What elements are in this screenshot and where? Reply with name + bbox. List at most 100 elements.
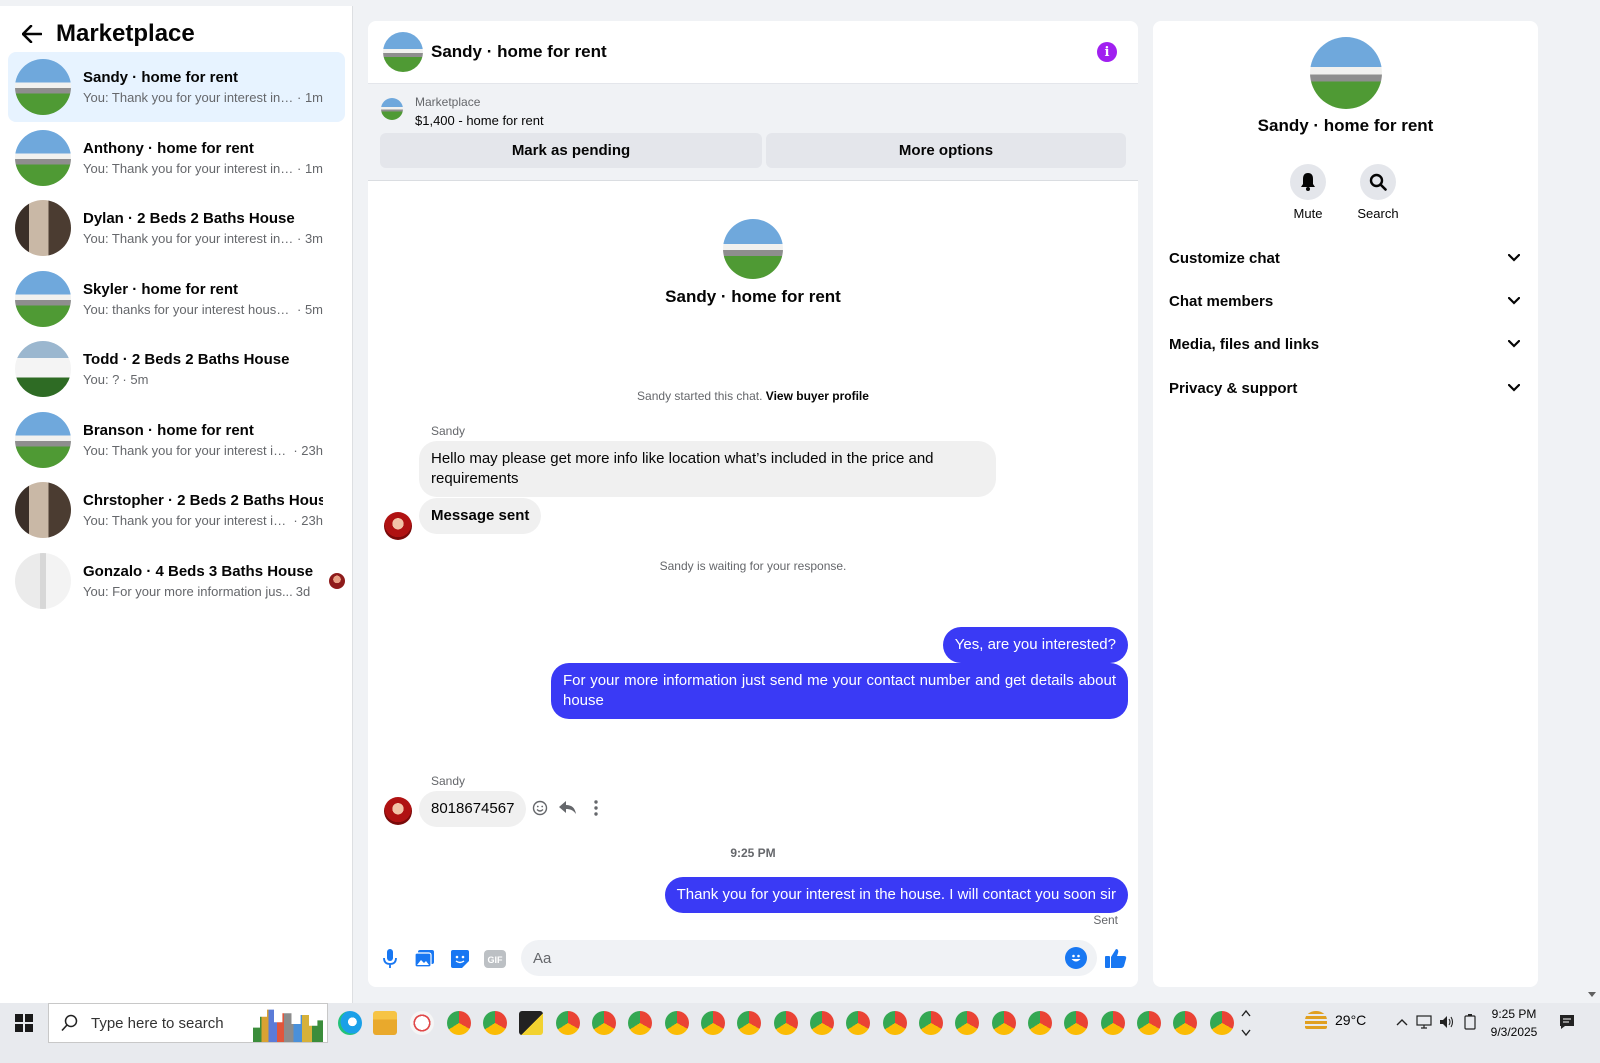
conversation-time: · 5m [122, 372, 149, 387]
taskbar-scroll-icon[interactable] [1237, 1005, 1255, 1041]
scroll-down-arrow-icon[interactable] [1586, 988, 1598, 1000]
windows-start-icon[interactable] [0, 1003, 48, 1043]
chrome-profile-icon[interactable] [592, 1011, 616, 1035]
chrome-profile-icon[interactable] [846, 1011, 870, 1035]
sticky-notes-icon[interactable] [519, 1011, 543, 1035]
sender-avatar[interactable] [384, 512, 412, 540]
conversation-name: Dylan · 2 Beds 2 Baths House [83, 210, 295, 227]
details-avatar[interactable] [1310, 37, 1382, 109]
incoming-message[interactable]: Message sent [419, 498, 542, 534]
listing-thumbnail[interactable] [381, 98, 403, 120]
network-icon[interactable] [1415, 1013, 1433, 1031]
chat-title[interactable]: Sandy · home for rent [431, 42, 607, 62]
more-vertical-icon[interactable] [587, 797, 605, 819]
conversation-name: Chrstopher · 2 Beds 2 Baths House [83, 492, 323, 509]
conversation-item[interactable]: Branson · home for rent You: Thank you f… [8, 405, 345, 475]
chrome-profile-icon[interactable] [774, 1011, 798, 1035]
conversation-item[interactable]: Sandy · home for rent You: Thank you for… [8, 52, 345, 122]
section-label: Privacy & support [1169, 379, 1298, 397]
emoji-icon[interactable] [1065, 947, 1087, 969]
chrome-profile-icon[interactable] [483, 1011, 507, 1035]
chrome-profile-icon[interactable] [737, 1011, 761, 1035]
taskbar-clock[interactable]: 9:25 PM 9/3/2025 [1484, 1005, 1544, 1041]
microphone-icon[interactable] [379, 948, 401, 970]
section-privacy-support[interactable]: Privacy & support [1169, 368, 1522, 408]
chrome-profile-icon[interactable] [919, 1011, 943, 1035]
edge-browser-icon[interactable] [338, 1011, 362, 1035]
mute-button[interactable]: Mute [1273, 164, 1343, 221]
outgoing-message[interactable]: Yes, are you interested? [942, 627, 1128, 663]
conversation-avatar [15, 130, 71, 186]
sender-avatar[interactable] [384, 797, 412, 825]
chevron-down-icon [1506, 250, 1522, 266]
chrome-profile-icon[interactable] [992, 1011, 1016, 1035]
conversation-name: Sandy · home for rent [83, 69, 239, 86]
conversation-preview: You: Thank you for your interest in t... [83, 513, 291, 528]
taskbar-search-box[interactable]: Type here to search [48, 1003, 328, 1043]
chrome-profile-icon[interactable] [1210, 1011, 1234, 1035]
conversation-item[interactable]: Chrstopher · 2 Beds 2 Baths House You: T… [8, 475, 345, 545]
message-input[interactable] [521, 940, 1097, 976]
chevron-down-icon [1506, 336, 1522, 352]
conversation-avatar [15, 482, 71, 538]
conversation-name: Anthony · home for rent [83, 140, 254, 157]
section-chat-members[interactable]: Chat members [1169, 281, 1522, 321]
incoming-message[interactable]: Hello may please get more info like loca… [419, 441, 996, 497]
mark-as-pending-button[interactable]: Mark as pending [380, 133, 762, 168]
conversation-name: Gonzalo · 4 Beds 3 Baths House [83, 563, 314, 580]
chrome-profile-icon[interactable] [1064, 1011, 1088, 1035]
windows-taskbar: Type here to search 29°C 9:25 PM 9/3/202… [0, 1003, 1600, 1063]
chrome-profile-icon[interactable] [628, 1011, 652, 1035]
conversation-time: · 5m [297, 302, 323, 317]
react-emoji-icon[interactable] [531, 797, 549, 819]
chrome-profile-icon[interactable] [556, 1011, 580, 1035]
conversation-item[interactable]: Gonzalo · 4 Beds 3 Baths House You: For … [8, 546, 345, 616]
conversation-item[interactable]: Dylan · 2 Beds 2 Baths House You: Thank … [8, 193, 345, 263]
notifications-icon[interactable] [1558, 1013, 1576, 1031]
chrome-profile-icon[interactable] [1173, 1011, 1197, 1035]
chevron-down-icon [1506, 293, 1522, 309]
listing-title[interactable]: $1,400 - home for rent [415, 113, 544, 128]
gif-icon[interactable]: GIF [484, 948, 506, 970]
battery-icon[interactable] [1461, 1013, 1479, 1031]
volume-icon[interactable] [1438, 1013, 1456, 1031]
photo-icon[interactable] [414, 948, 436, 970]
conversation-item[interactable]: Todd · 2 Beds 2 Baths House You: ? · 5m [8, 334, 345, 404]
chrome-profile-icon[interactable] [1028, 1011, 1052, 1035]
chrome-profile-icon[interactable] [1137, 1011, 1161, 1035]
snipping-tool-icon[interactable] [410, 1011, 434, 1035]
chrome-profile-icon[interactable] [447, 1011, 471, 1035]
listing-source: Marketplace [415, 95, 481, 109]
chrome-profile-icon[interactable] [810, 1011, 834, 1035]
chrome-profile-icon[interactable] [883, 1011, 907, 1035]
conversation-preview: You: thanks for your interest house w... [83, 302, 294, 317]
city-skyline-icon [253, 1009, 323, 1042]
weather-widget[interactable]: 29°C [1305, 1011, 1366, 1029]
chrome-profile-icon[interactable] [955, 1011, 979, 1035]
conversation-avatar [15, 553, 71, 609]
chat-avatar[interactable] [383, 32, 423, 72]
sticker-icon[interactable] [449, 948, 471, 970]
intro-avatar[interactable] [723, 219, 783, 279]
file-explorer-icon[interactable] [373, 1011, 397, 1035]
conversation-avatar [15, 59, 71, 115]
incoming-message[interactable]: 8018674567 [419, 791, 527, 827]
back-arrow-icon[interactable] [20, 22, 44, 46]
info-icon[interactable]: i [1097, 42, 1117, 62]
reply-icon[interactable] [559, 797, 577, 819]
chrome-profile-icon[interactable] [701, 1011, 725, 1035]
conversation-item[interactable]: Anthony · home for rent You: Thank you f… [8, 123, 345, 193]
search-in-chat-button[interactable]: Search [1343, 164, 1413, 221]
chrome-profile-icon[interactable] [665, 1011, 689, 1035]
show-hidden-icons-chevron-icon[interactable] [1393, 1013, 1411, 1031]
thumbs-up-icon[interactable] [1104, 946, 1128, 970]
chrome-profile-icon[interactable] [1101, 1011, 1125, 1035]
outgoing-message[interactable]: For your more information just send me y… [551, 663, 1128, 719]
section-media-files-links[interactable]: Media, files and links [1169, 324, 1522, 364]
conversation-item[interactable]: Skyler · home for rent You: thanks for y… [8, 264, 345, 334]
view-buyer-profile-link[interactable]: View buyer profile [766, 389, 869, 403]
more-options-button[interactable]: More options [766, 133, 1126, 168]
section-customize-chat[interactable]: Customize chat [1169, 238, 1522, 278]
outgoing-message[interactable]: Thank you for your interest in the house… [664, 877, 1128, 913]
conversation-sidebar: Marketplace Sandy · home for rent You: T… [0, 6, 353, 1024]
